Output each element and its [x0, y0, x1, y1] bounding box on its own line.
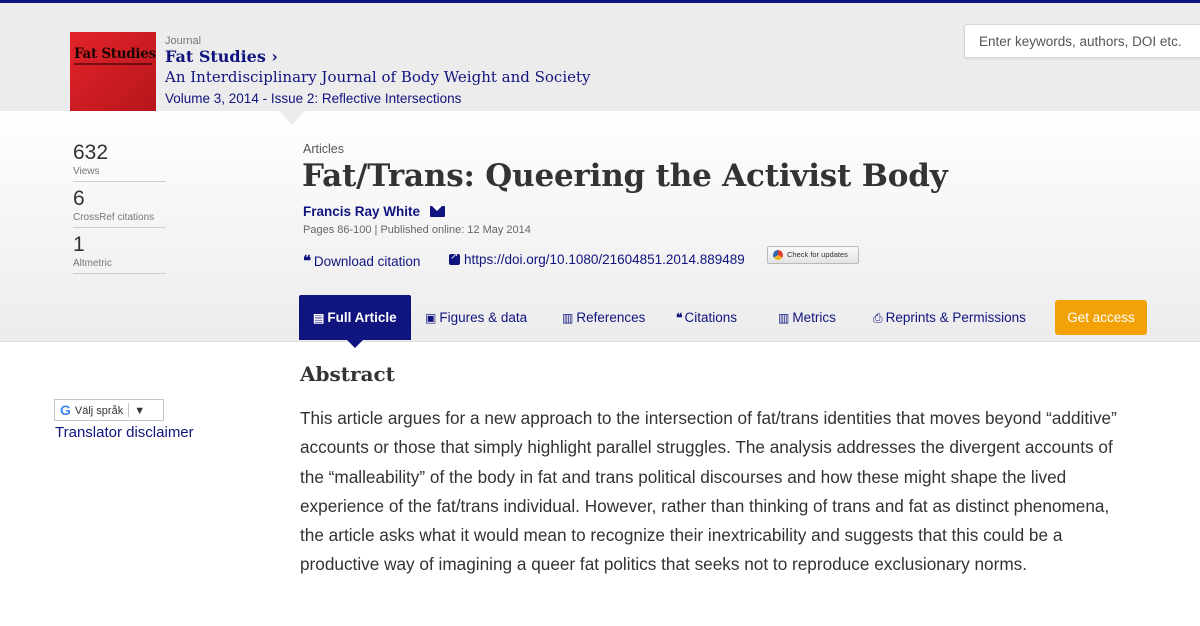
- tab-label: Figures & data: [439, 310, 528, 325]
- quote-icon: ❝: [676, 311, 683, 325]
- download-citation-label: Download citation: [313, 254, 421, 269]
- get-access-button[interactable]: Get access: [1055, 300, 1147, 335]
- tab-figures-data[interactable]: ▣ Figures & data: [425, 295, 527, 340]
- crossmark-icon: [773, 250, 783, 260]
- article-title: Fat/Trans: Queering the Activist Body: [302, 158, 948, 194]
- journal-cover-image[interactable]: Fat Studies: [70, 32, 156, 111]
- check-updates-label: Check for updates: [787, 250, 848, 259]
- document-icon: ▤: [313, 311, 325, 325]
- bar-chart-icon: ▥: [778, 311, 790, 325]
- search-input[interactable]: [964, 24, 1200, 58]
- tab-citations[interactable]: ❝ Citations: [676, 295, 737, 340]
- author-link[interactable]: Francis Ray White: [303, 204, 420, 219]
- journal-name: Fat Studies: [165, 47, 266, 66]
- external-link-icon: [449, 251, 460, 265]
- chevron-right-icon: ›: [271, 47, 278, 66]
- language-select-label: Välj språk: [74, 405, 124, 417]
- metric-value: 632: [73, 141, 109, 164]
- metric-value: 1: [73, 233, 85, 256]
- tab-reprints-permissions[interactable]: ⎙ Reprints & Permissions: [873, 295, 1026, 340]
- language-select[interactable]: G Välj språk ▼: [54, 399, 164, 421]
- journal-name-link[interactable]: Fat Studies ›: [165, 47, 278, 66]
- abstract-text: This article argues for a new approach t…: [300, 408, 1117, 575]
- tab-references[interactable]: ▥ References: [562, 295, 645, 340]
- header-notch: [279, 111, 305, 125]
- doi-link[interactable]: https://doi.org/10.1080/21604851.2014.88…: [449, 251, 745, 267]
- metric-value: 6: [73, 187, 85, 210]
- metric-label: Views: [73, 166, 100, 177]
- tab-label: Citations: [684, 310, 737, 325]
- doi-text: https://doi.org/10.1080/21604851.2014.88…: [464, 252, 745, 267]
- volume-issue-link[interactable]: Volume 3, 2014 - Issue 2: Reflective Int…: [165, 91, 461, 106]
- tab-label: References: [576, 310, 646, 325]
- tab-full-article[interactable]: ▤ Full Article: [299, 295, 411, 348]
- download-citation-link[interactable]: ❝ Download citation: [303, 252, 420, 270]
- quote-icon: ❝: [303, 252, 311, 270]
- tab-label: Reprints & Permissions: [885, 310, 1026, 325]
- metric-views[interactable]: 632 Views: [73, 141, 166, 182]
- metric-altmetric[interactable]: 1 Altmetric: [73, 233, 166, 274]
- metric-crossref[interactable]: 6 CrossRef citations: [73, 187, 166, 228]
- tab-label: Full Article: [327, 310, 397, 325]
- book-icon: ▥: [562, 311, 574, 325]
- cover-subtitle-line: [74, 63, 152, 65]
- image-icon: ▣: [425, 311, 437, 325]
- publication-info: Pages 86-100 | Published online: 12 May …: [303, 224, 531, 236]
- tab-label: Metrics: [792, 310, 836, 325]
- journal-subtitle[interactable]: An Interdisciplinary Journal of Body Wei…: [165, 68, 591, 86]
- article-section: Articles: [303, 142, 344, 156]
- select-divider: [128, 403, 130, 417]
- envelope-icon[interactable]: [430, 206, 445, 217]
- cover-title: Fat Studies: [74, 46, 156, 62]
- check-for-updates-button[interactable]: Check for updates: [767, 246, 859, 264]
- abstract-heading: Abstract: [300, 362, 395, 386]
- metric-label: CrossRef citations: [73, 212, 155, 223]
- metric-label: Altmetric: [73, 258, 112, 269]
- tab-metrics[interactable]: ▥ Metrics: [778, 295, 836, 340]
- dropdown-arrow-icon: ▼: [134, 405, 146, 417]
- journal-label: Journal: [165, 35, 202, 47]
- printer-icon: ⎙: [873, 311, 883, 325]
- google-icon: G: [60, 402, 71, 418]
- translator-disclaimer-link[interactable]: Translator disclaimer: [55, 424, 194, 441]
